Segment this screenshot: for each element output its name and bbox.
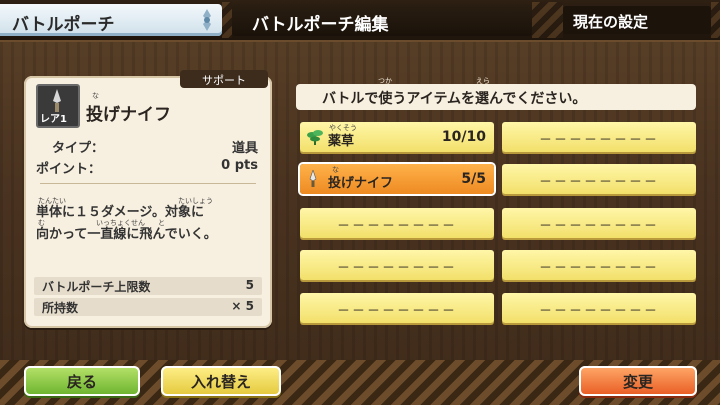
rarity-label: レア1 <box>40 114 67 125</box>
herb-icon <box>307 130 323 145</box>
pouch-limit-label: バトルポーチ上限数 <box>42 280 151 294</box>
slot-empty-label: －－－－－－－－ <box>336 304 457 319</box>
slot-empty[interactable]: －－－－－－－－ <box>502 250 696 280</box>
slot-item-name: 投げナイフ <box>328 176 394 191</box>
owned-row: 所持数 × 5 <box>34 298 262 316</box>
back-button-label: 戻る <box>66 373 97 391</box>
instruction-box: バトルで使うアイテムを選んでください。 <box>296 84 696 110</box>
current-setting-label: 現在の設定 <box>573 13 649 31</box>
points-value: 0 pts <box>221 158 258 173</box>
screen-title-text: バトルポーチ編集 <box>252 15 389 35</box>
current-setting-button[interactable]: 現在の設定 <box>563 6 711 34</box>
slot-empty-label: －－－－－－－－ <box>538 261 659 276</box>
description-line: 単体に１５ダメージ。対象に <box>36 205 204 220</box>
pouch-tab[interactable]: バトルポーチ <box>0 4 222 36</box>
item-description: 単体に１５ダメージ。対象に 向かって一直線に飛んでいく。 <box>36 202 261 246</box>
slot-empty-label: －－－－－－－－ <box>538 304 659 319</box>
type-value: 道具 <box>231 141 258 156</box>
slot-empty[interactable]: －－－－－－－－ <box>502 122 696 152</box>
pouch-tab-label: バトルポーチ <box>12 15 115 35</box>
slot-empty[interactable]: －－－－－－－－ <box>502 208 696 238</box>
slot-empty-label: －－－－－－－－ <box>538 133 659 148</box>
slot-herb[interactable]: やくそう 薬草 10/10 <box>300 122 494 152</box>
slot-empty-label: －－－－－－－－ <box>336 261 457 276</box>
item-name: 投げナイフ <box>86 105 171 125</box>
ornament-icon <box>203 9 211 31</box>
top-pattern <box>222 2 232 38</box>
slot-item-count: 10/10 <box>441 129 486 145</box>
slot-empty[interactable]: －－－－－－－－ <box>300 250 494 280</box>
change-button-label: 変更 <box>622 373 653 391</box>
pouch-limit-value: 5 <box>245 278 254 292</box>
slot-empty-label: －－－－－－－－ <box>538 219 659 234</box>
points-label: ポイント： <box>36 162 102 177</box>
owned-label: 所持数 <box>42 301 79 315</box>
item-icon-frame: レア1 <box>36 84 80 128</box>
slot-empty[interactable]: －－－－－－－－ <box>300 208 494 238</box>
knife-icon <box>309 170 317 187</box>
change-button[interactable]: 変更 <box>579 366 697 396</box>
slot-empty[interactable]: －－－－－－－－ <box>502 293 696 323</box>
owned-value: × 5 <box>231 299 254 313</box>
screen-title: バトルポーチ編集 <box>232 4 532 36</box>
slot-item-name: 薬草 <box>328 134 355 149</box>
slot-throwing-knife[interactable]: な 投げナイフ 5/5 <box>300 164 494 194</box>
slot-empty[interactable]: －－－－－－－－ <box>300 293 494 323</box>
category-tag-label: サポート <box>202 74 246 87</box>
pouch-limit-row: バトルポーチ上限数 5 <box>34 277 262 295</box>
category-tag: サポート <box>180 70 268 88</box>
divider <box>40 183 256 184</box>
type-label: タイプ： <box>52 141 105 156</box>
swap-button-label: 入れ替え <box>190 373 251 391</box>
instruction-text: バトルで使うアイテムを選んでください。 <box>322 91 587 107</box>
swap-button[interactable]: 入れ替え <box>161 366 281 396</box>
slot-item-count: 5/5 <box>461 171 486 187</box>
description-line: 向かって一直線に飛んでいく。 <box>36 227 217 242</box>
top-pattern <box>532 2 563 38</box>
top-bar: バトルポーチ バトルポーチ編集 現在の設定 <box>0 0 720 42</box>
back-button[interactable]: 戻る <box>24 366 140 396</box>
top-pattern <box>711 2 720 38</box>
slot-empty[interactable]: －－－－－－－－ <box>502 164 696 194</box>
slot-empty-label: －－－－－－－－ <box>336 219 457 234</box>
slot-empty-label: －－－－－－－－ <box>538 175 659 190</box>
